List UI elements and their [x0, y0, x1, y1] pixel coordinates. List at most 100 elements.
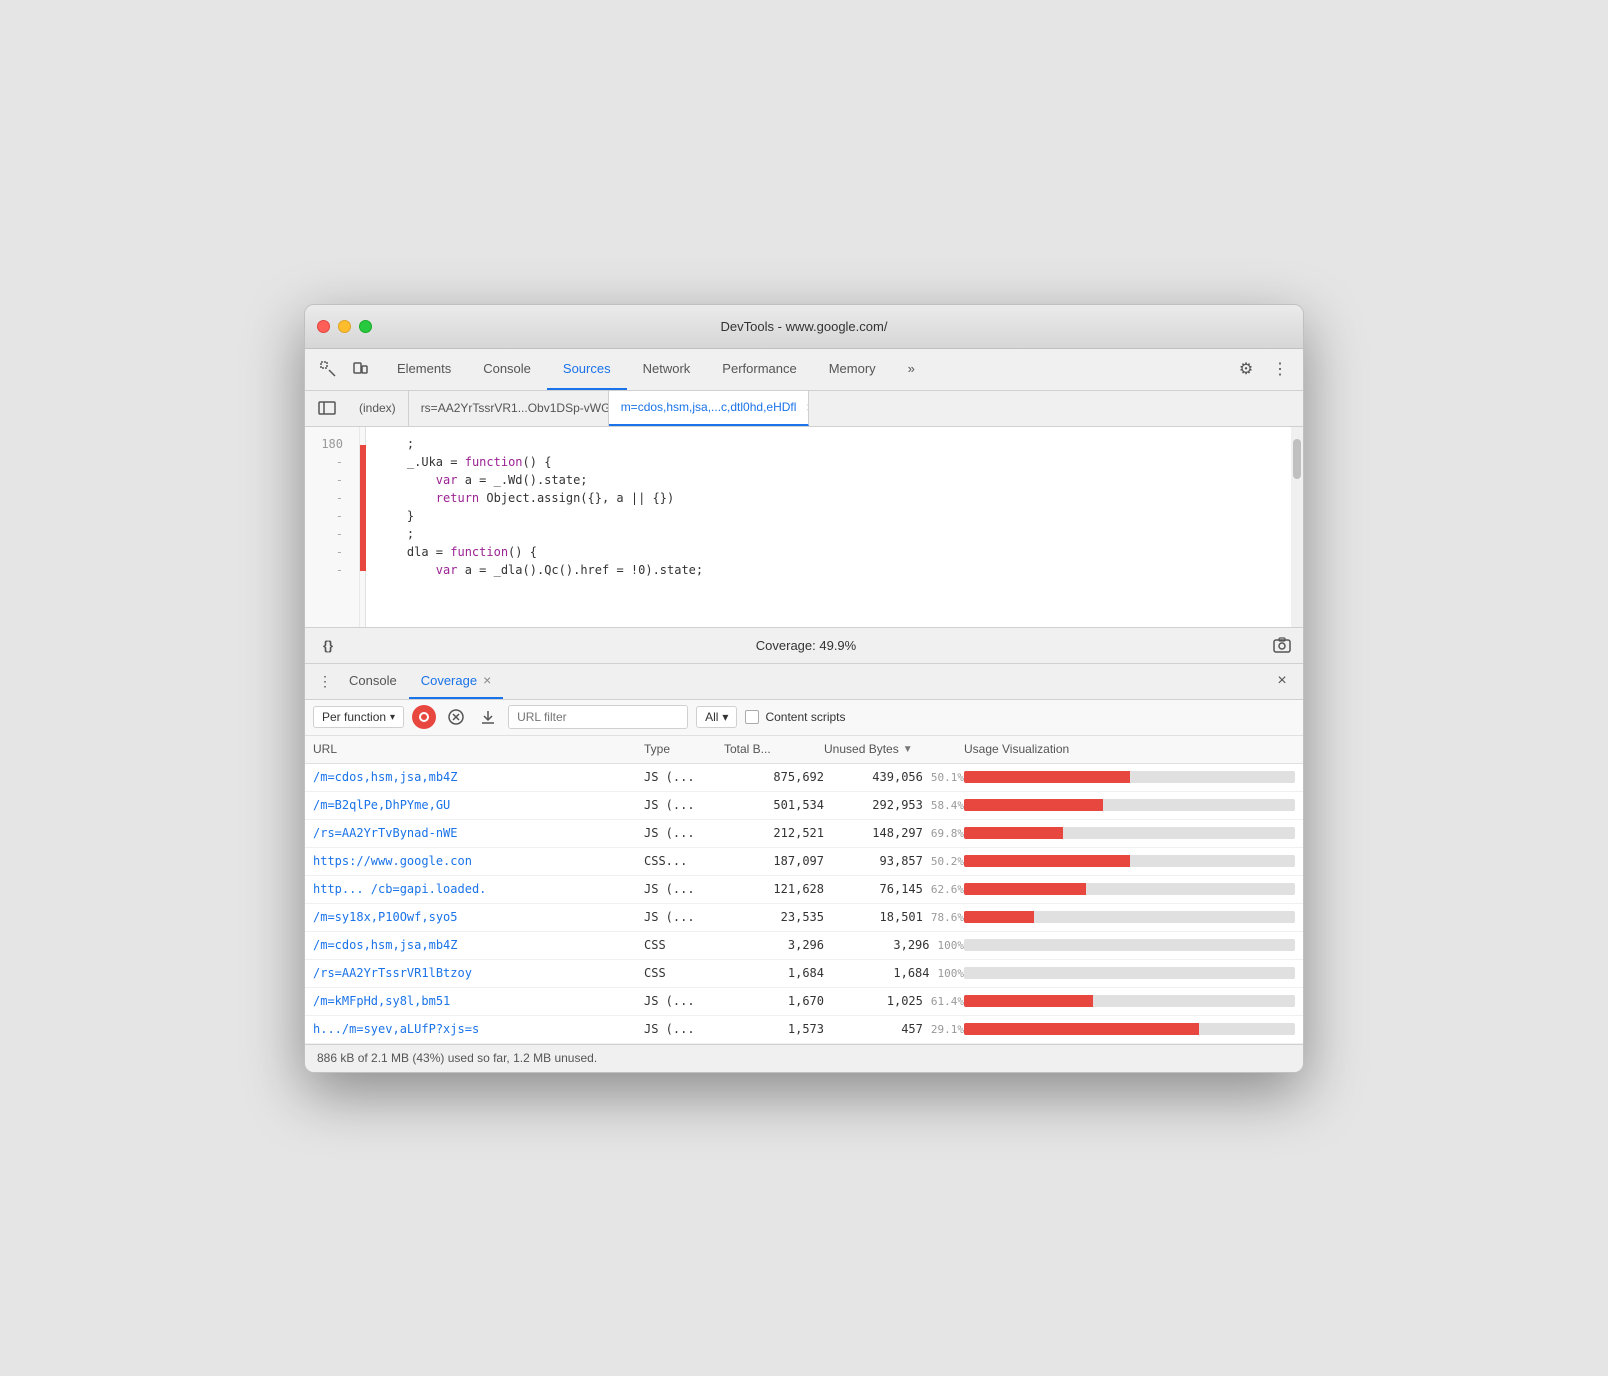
cell-type: CSS: [644, 938, 724, 952]
table-row[interactable]: http... /cb=gapi.loaded. JS (... 121,628…: [305, 876, 1303, 904]
minimize-button[interactable]: [338, 320, 351, 333]
cell-url: /rs=AA2YrTssrVR1lBtzoy: [313, 966, 644, 980]
more-options-icon[interactable]: ⋮: [1265, 354, 1295, 384]
table-row[interactable]: /rs=AA2YrTvBynad-nWE JS (... 212,521 148…: [305, 820, 1303, 848]
coverage-toolbar: Per function ▾: [305, 700, 1303, 736]
file-tab-close-icon[interactable]: ×: [806, 399, 808, 415]
screenshot-icon[interactable]: [1269, 632, 1295, 658]
panel-tabs: ⋮ Console Coverage × ×: [305, 664, 1303, 700]
chevron-down-icon: ▾: [722, 710, 728, 724]
devtools-window: DevTools - www.google.com/ Elements Cons…: [304, 304, 1304, 1073]
table-row[interactable]: /m=cdos,hsm,jsa,mb4Z CSS 3,296 3,296 100…: [305, 932, 1303, 960]
bottom-toolbar-left: {}: [313, 632, 343, 658]
title-bar: DevTools - www.google.com/: [305, 305, 1303, 349]
panel-tab-close-icon[interactable]: ×: [483, 672, 491, 688]
inspect-element-icon[interactable]: [313, 354, 343, 384]
code-line-8: var a = _dla().Qc().href = !0).state;: [378, 561, 1291, 579]
header-url: URL: [313, 742, 644, 756]
bottom-toolbar: {} Coverage: 49.9%: [305, 628, 1303, 664]
panel-tab-coverage[interactable]: Coverage ×: [409, 664, 504, 699]
format-button[interactable]: {}: [313, 632, 343, 658]
toolbar-right: ⚙ ⋮: [1231, 354, 1295, 384]
content-scripts-checkbox[interactable]: [745, 710, 759, 724]
table-row[interactable]: /m=cdos,hsm,jsa,mb4Z JS (... 875,692 439…: [305, 764, 1303, 792]
cell-unused-bytes: 3,296 100%: [824, 938, 964, 952]
tab-memory[interactable]: Memory: [813, 349, 892, 390]
cell-unused-bytes: 18,501 78.6%: [824, 910, 964, 924]
cell-type: JS (...: [644, 882, 724, 896]
sort-arrow-icon: ▼: [903, 744, 913, 755]
cell-unused-bytes: 457 29.1%: [824, 1022, 964, 1036]
cell-url: http... /cb=gapi.loaded.: [313, 882, 644, 896]
content-scripts-label[interactable]: Content scripts: [745, 710, 845, 724]
tab-more[interactable]: »: [892, 349, 931, 390]
scrollbar-thumb[interactable]: [1293, 439, 1301, 479]
cell-type: JS (...: [644, 770, 724, 784]
code-line-3: var a = _.Wd().state;: [378, 471, 1291, 489]
panel-menu-icon[interactable]: ⋮: [313, 669, 337, 693]
panel-close-icon[interactable]: ×: [1269, 668, 1295, 694]
cell-usage-viz: [964, 799, 1295, 811]
table-row[interactable]: /m=B2qlPe,DhPYme,GU JS (... 501,534 292,…: [305, 792, 1303, 820]
sidebar-toggle-icon[interactable]: [313, 394, 341, 422]
cell-type: JS (...: [644, 994, 724, 1008]
maximize-button[interactable]: [359, 320, 372, 333]
code-content: ; _.Uka = function() { var a = _.Wd().st…: [366, 427, 1303, 627]
file-tab-3[interactable]: m=cdos,hsm,jsa,...c,dtl0hd,eHDfl ×: [609, 391, 809, 426]
cell-usage-viz: [964, 827, 1295, 839]
cell-unused-bytes: 1,684 100%: [824, 966, 964, 980]
header-total-bytes: Total B...: [724, 742, 824, 756]
cell-usage-viz: [964, 967, 1295, 979]
per-function-button[interactable]: Per function ▾: [313, 706, 404, 728]
cell-usage-viz: [964, 911, 1295, 923]
cell-total-bytes: 1,573: [724, 1022, 824, 1036]
tab-performance[interactable]: Performance: [706, 349, 812, 390]
file-tab-index[interactable]: (index): [347, 391, 409, 426]
table-row[interactable]: h.../m=syev,aLUfP?xjs=s JS (... 1,573 45…: [305, 1016, 1303, 1044]
cell-total-bytes: 501,534: [724, 798, 824, 812]
status-text: 886 kB of 2.1 MB (43%) used so far, 1.2 …: [317, 1051, 597, 1065]
devtools-toolbar: Elements Console Sources Network Perform…: [305, 349, 1303, 391]
tab-network[interactable]: Network: [627, 349, 707, 390]
stop-button[interactable]: [444, 705, 468, 729]
panel-tab-console[interactable]: Console: [337, 664, 409, 699]
table-row[interactable]: /rs=AA2YrTssrVR1lBtzoy CSS 1,684 1,684 1…: [305, 960, 1303, 988]
settings-icon[interactable]: ⚙: [1231, 354, 1261, 384]
line-number-dash-4: -: [305, 507, 351, 525]
table-row[interactable]: https://www.google.con CSS... 187,097 93…: [305, 848, 1303, 876]
line-number-dash-1: -: [305, 453, 351, 471]
table-row[interactable]: /m=sy18x,P10Owf,syo5 JS (... 23,535 18,5…: [305, 904, 1303, 932]
table-body: /m=cdos,hsm,jsa,mb4Z JS (... 875,692 439…: [305, 764, 1303, 1044]
cell-type: JS (...: [644, 1022, 724, 1036]
table-row[interactable]: /m=kMFpHd,sy8l,bm51 JS (... 1,670 1,025 …: [305, 988, 1303, 1016]
coverage-percentage: Coverage: 49.9%: [756, 638, 856, 653]
cell-url: /m=kMFpHd,sy8l,bm51: [313, 994, 644, 1008]
record-button[interactable]: [412, 705, 436, 729]
file-tabs: (index) rs=AA2YrTssrVR1...Obv1DSp-vWG36A…: [305, 391, 1303, 427]
code-line-7: dla = function() {: [378, 543, 1291, 561]
device-toolbar-icon[interactable]: [345, 354, 375, 384]
line-number-dash-7: -: [305, 561, 351, 579]
cell-total-bytes: 23,535: [724, 910, 824, 924]
file-tab-2[interactable]: rs=AA2YrTssrVR1...Obv1DSp-vWG36A: [409, 391, 609, 426]
tab-console[interactable]: Console: [467, 349, 547, 390]
tab-sources[interactable]: Sources: [547, 349, 627, 390]
header-unused-bytes[interactable]: Unused Bytes ▼: [824, 742, 964, 756]
cell-url: /m=cdos,hsm,jsa,mb4Z: [313, 770, 644, 784]
cell-url: h.../m=syev,aLUfP?xjs=s: [313, 1022, 644, 1036]
vertical-scrollbar[interactable]: [1291, 427, 1303, 627]
cell-unused-bytes: 76,145 62.6%: [824, 882, 964, 896]
code-line-5: }: [378, 507, 1291, 525]
cell-unused-bytes: 439,056 50.1%: [824, 770, 964, 784]
code-line-1: ;: [378, 435, 1291, 453]
code-line-2: _.Uka = function() {: [378, 453, 1291, 471]
code-gutter: 180 - - - - - - -: [305, 427, 360, 627]
close-button[interactable]: [317, 320, 330, 333]
tab-elements[interactable]: Elements: [381, 349, 467, 390]
url-filter-input[interactable]: [508, 705, 688, 729]
download-icon[interactable]: [476, 705, 500, 729]
traffic-lights: [317, 320, 372, 333]
cell-url: /m=B2qlPe,DhPYme,GU: [313, 798, 644, 812]
filter-dropdown[interactable]: All ▾: [696, 706, 737, 728]
code-editor: 180 - - - - - - - ; _.Uka = function() {…: [305, 427, 1303, 627]
